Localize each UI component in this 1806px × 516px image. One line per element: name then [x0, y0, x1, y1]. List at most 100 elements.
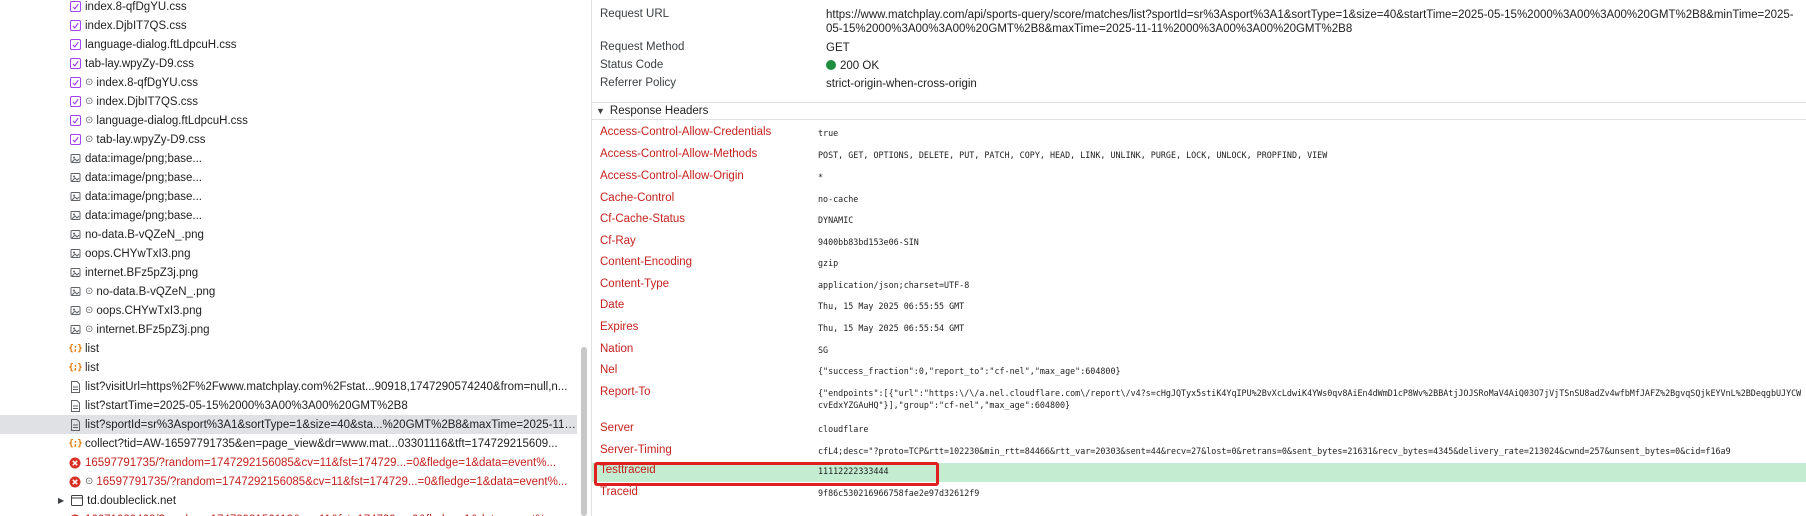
image-icon [69, 286, 81, 298]
response-headers-section-toggle[interactable]: ▼ Response Headers [592, 102, 1806, 120]
response-header-value[interactable]: {"success_fraction":0,"report_to":"cf-ne… [818, 363, 1803, 377]
request-name: no-data.B-vQZeN_.png [85, 228, 204, 241]
response-header-row: Cf-Cache-Status DYNAMIC [592, 212, 1806, 232]
css-icon [69, 77, 81, 89]
css-icon [69, 96, 81, 108]
expand-triangle-icon[interactable]: ▶ [58, 496, 64, 505]
request-name: data:image/png;base... [85, 209, 202, 222]
response-header-name: Report-To [600, 386, 651, 398]
request-name: language-dialog.ftLdpcuH.css [96, 114, 248, 127]
response-header-name: Nation [600, 343, 634, 355]
response-header-value[interactable]: application/json;charset=UTF-8 [818, 277, 1803, 291]
response-header-row: Cf-Ray 9400bb83bd153e06-SIN [592, 234, 1806, 254]
request-method-label: Request Method [600, 41, 685, 53]
request-row[interactable]: list?sportId=sr%3Asport%3A1&sortType=1&s… [0, 415, 577, 434]
request-name: internet.BFz5pZ3j.png [85, 266, 199, 279]
request-row[interactable]: ⊙ oops.CHYwTxI3.png [0, 301, 577, 320]
request-url-value[interactable]: https://www.matchplay.com/api/sports-que… [826, 8, 1796, 36]
response-header-name: Expires [600, 321, 639, 333]
image-icon [69, 267, 81, 279]
request-row[interactable]: ⊙ internet.BFz5pZ3j.png [0, 320, 577, 339]
response-header-value[interactable]: {"endpoints":[{"url":"https:\/\/a.nel.cl… [818, 385, 1803, 411]
request-name: td.doubleclick.net [87, 494, 177, 507]
response-header-value[interactable]: cloudflare [818, 421, 1803, 435]
css-icon [69, 1, 81, 13]
response-header-value[interactable]: 9400bb83bd153e06-SIN [818, 234, 1803, 248]
request-name: oops.CHYwTxI3.png [85, 247, 191, 260]
request-row[interactable]: data:image/png;base... [0, 168, 577, 187]
network-request-list: index.8-qfDgYU.css index.DjbIT7QS.css lang… [0, 0, 577, 516]
error-icon [69, 476, 81, 488]
response-header-value[interactable]: POST, GET, OPTIONS, DELETE, PUT, PATCH, … [818, 147, 1803, 161]
response-headers-title: Response Headers [609, 105, 709, 117]
request-row[interactable]: ⊙ 16597791735/?random=1747292156085&cv=11… [0, 472, 577, 491]
request-row[interactable]: language-dialog.ftLdpcuH.css [0, 35, 577, 54]
request-name: list?startTime=2025-05-15%2000%3A00%3A00… [85, 399, 408, 412]
request-row[interactable]: ⊙ tab-lay.wpyZy-D9.css [0, 130, 577, 149]
request-row[interactable]: oops.CHYwTxI3.png [0, 244, 577, 263]
headers-panel: Request URL https://www.matchplay.com/ap… [592, 0, 1806, 516]
response-header-row: Nation SG [592, 342, 1806, 362]
response-header-name: Server [600, 422, 634, 434]
request-row[interactable]: 16597791735/?random=1747292156085&cv=11&… [0, 453, 577, 472]
general-referrer-policy-row: Referrer Policy strict-origin-when-cross… [600, 77, 1796, 91]
response-header-row: Server-Timing cfL4;desc="?proto=TCP&rtt=1… [592, 443, 1806, 463]
referrer-policy-label: Referrer Policy [600, 77, 677, 89]
xhr-icon: {;} [68, 362, 82, 373]
document-icon [69, 418, 81, 431]
response-header-value[interactable]: SG [818, 342, 1803, 356]
request-row[interactable]: data:image/png;base... [0, 187, 577, 206]
response-header-name: Access-Control-Allow-Credentials [600, 126, 772, 138]
image-icon [69, 324, 81, 336]
request-name: data:image/png;base... [85, 171, 202, 184]
css-icon [69, 134, 81, 146]
request-row[interactable]: ▶ td.doubleclick.net [0, 491, 577, 510]
request-row[interactable]: ⊙ no-data.B-vQZeN_.png [0, 282, 577, 301]
response-header-value[interactable]: 11112222333444 [818, 463, 1803, 477]
response-header-name: Content-Encoding [600, 256, 693, 268]
request-row[interactable]: ⊙ index.DjbIT7QS.css [0, 92, 577, 111]
response-header-name: Testtraceid [600, 464, 656, 476]
request-row[interactable]: no-data.B-vQZeN_.png [0, 225, 577, 244]
request-row[interactable]: {;} list [0, 358, 577, 377]
response-header-value[interactable]: gzip [818, 255, 1803, 269]
response-header-value[interactable]: cfL4;desc="?proto=TCP&rtt=102230&min_rtt… [818, 443, 1803, 457]
request-row[interactable]: ⊙ language-dialog.ftLdpcuH.css [0, 111, 577, 130]
response-header-row: Traceid 9f86c5302169667​58fae2e97d32612f9 [592, 485, 1806, 505]
response-header-value[interactable]: DYNAMIC [818, 212, 1803, 226]
response-header-name: Date [600, 299, 625, 311]
response-header-row: Content-Encoding gzip [592, 255, 1806, 275]
request-name: tab-lay.wpyZy-D9.css [85, 57, 195, 70]
response-header-value[interactable]: Thu, 15 May 2025 06:55:55 GMT [818, 298, 1803, 312]
request-row[interactable]: {;} collect?tid=AW-16597791735&en=page_vi… [0, 434, 577, 453]
request-row[interactable]: internet.BFz5pZ3j.png [0, 263, 577, 282]
image-icon [69, 191, 81, 203]
response-header-value[interactable]: Thu, 15 May 2025 06:55:54 GMT [818, 320, 1803, 334]
request-row[interactable]: tab-lay.wpyZy-D9.css [0, 54, 577, 73]
triangle-down-icon: ▼ [596, 106, 605, 116]
request-row[interactable]: list?visitUrl=https%2F%2Fwww.matchplay.c… [0, 377, 577, 396]
request-name: no-data.B-vQZeN_.png [96, 285, 216, 298]
response-header-value[interactable]: true [818, 125, 1803, 139]
request-row[interactable]: data:image/png;base... [0, 206, 577, 225]
response-header-name: Traceid [600, 486, 638, 498]
response-header-name: Cf-Ray [600, 235, 636, 247]
frame-icon [71, 495, 84, 507]
request-row[interactable]: ⊙ index.8-qfDgYU.css [0, 73, 577, 92]
css-icon [69, 58, 81, 70]
request-list-scrollbar[interactable] [581, 347, 587, 516]
response-header-value[interactable]: no-cache [818, 191, 1803, 205]
response-header-row: Expires Thu, 15 May 2025 06:55:54 GMT [592, 320, 1806, 340]
response-header-value[interactable]: 9f86c5302169667​58fae2e97d32612f9 [818, 485, 1803, 499]
response-header-row: Report-To {"endpoints":[{"url":"https:\/\… [592, 385, 1806, 419]
request-row[interactable]: index.8-qfDgYU.css [0, 0, 577, 16]
request-row[interactable]: 16671020462/?random=1747292156112&cv=11&… [0, 510, 577, 516]
response-header-value[interactable]: * [818, 169, 1803, 183]
request-row[interactable]: list?startTime=2025-05-15%2000%3A00%3A00… [0, 396, 577, 415]
request-method-value: GET [826, 42, 850, 54]
request-row[interactable]: data:image/png;base... [0, 149, 577, 168]
request-row[interactable]: index.DjbIT7QS.css [0, 16, 577, 35]
request-name: index.DjbIT7QS.css [96, 95, 199, 108]
request-row[interactable]: {;} list [0, 339, 577, 358]
response-header-name: Access-Control-Allow-Methods [600, 148, 758, 160]
